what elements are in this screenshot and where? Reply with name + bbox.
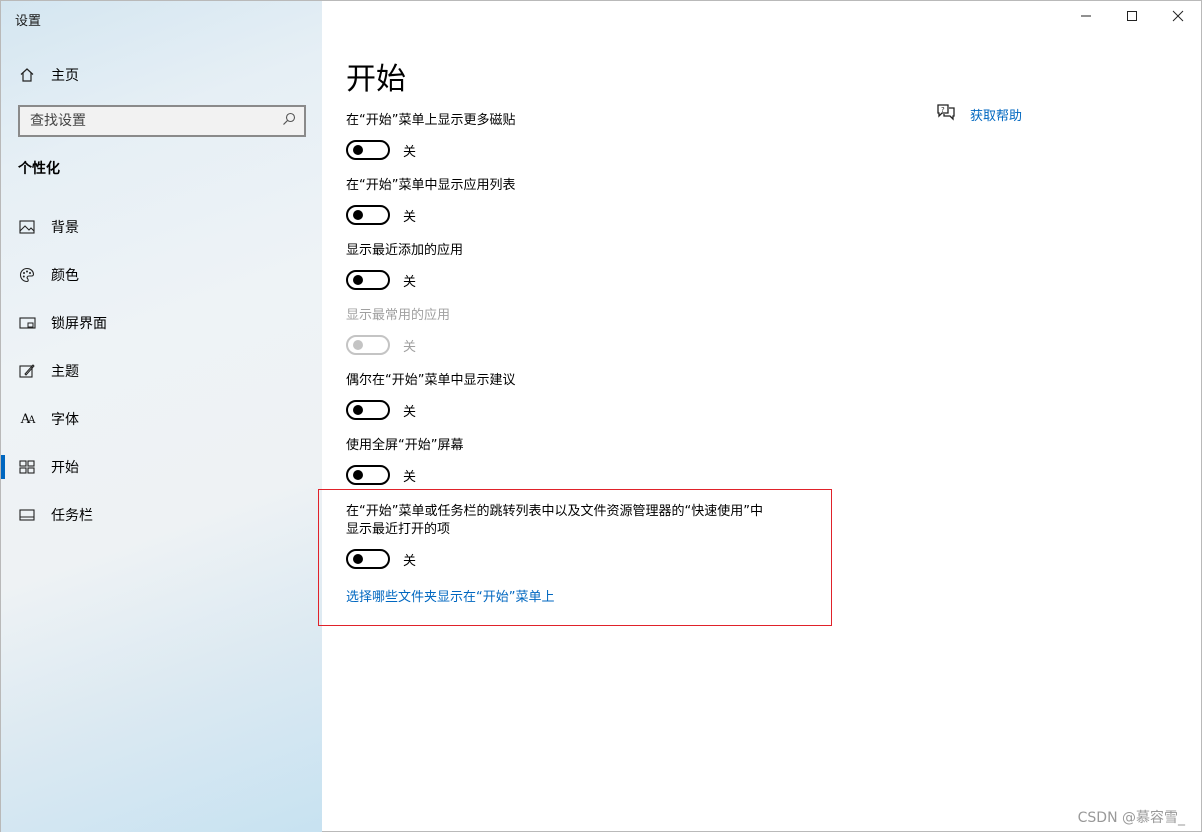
- toggle-state-label: 关: [403, 469, 417, 485]
- toggle-state-label: 关: [403, 553, 417, 569]
- setting-fullscreen-start: 使用全屏“开始”屏幕 关: [346, 437, 463, 485]
- toggle-row: 关: [346, 270, 463, 290]
- sidebar-item-label: 任务栏: [51, 508, 93, 524]
- setting-recently-added: 显示最近添加的应用 关: [346, 242, 463, 290]
- toggle-knob: [353, 340, 363, 350]
- sidebar-item-background[interactable]: 背景: [1, 203, 322, 251]
- sidebar-item-label: 颜色: [51, 268, 79, 284]
- sidebar: 设置 主页 个性化 背景: [1, 1, 322, 832]
- get-help-label: 获取帮助: [970, 108, 1023, 124]
- nav-list: 背景 颜色 锁屏界面 主题 AA 字体 开始 任务栏: [1, 203, 322, 539]
- search-icon[interactable]: [282, 112, 296, 130]
- maximize-icon: [1126, 10, 1138, 26]
- toggle-row: 关: [346, 205, 515, 225]
- toggle-knob: [353, 554, 363, 564]
- sidebar-item-taskbar[interactable]: 任务栏: [1, 491, 322, 539]
- toggle-knob: [353, 470, 363, 480]
- toggle-knob: [353, 275, 363, 285]
- nav-home[interactable]: 主页: [1, 57, 322, 93]
- setting-suggestions: 偶尔在“开始”菜单中显示建议 关: [346, 372, 515, 420]
- page-title: 开始: [346, 62, 406, 97]
- sidebar-item-label: 字体: [51, 412, 79, 428]
- sidebar-item-label: 主题: [51, 364, 79, 380]
- setting-title: 显示最常用的应用: [346, 308, 451, 323]
- choose-folders-link[interactable]: 选择哪些文件夹显示在“开始”菜单上: [346, 586, 554, 605]
- setting-title: 显示最近添加的应用: [346, 243, 464, 258]
- toggle-knob: [353, 405, 363, 415]
- toggle-row: 关: [346, 335, 450, 355]
- window-controls: [1063, 1, 1201, 35]
- image-icon: [18, 218, 36, 236]
- sidebar-item-colors[interactable]: 颜色: [1, 251, 322, 299]
- toggle-knob: [353, 210, 363, 220]
- setting-title: 偶尔在“开始”菜单中显示建议: [346, 373, 516, 388]
- active-indicator: [1, 455, 5, 479]
- setting-title: 使用全屏“开始”屏幕: [346, 438, 464, 453]
- setting-app-list: 在“开始”菜单中显示应用列表 关: [346, 177, 515, 225]
- toggle-knob: [353, 145, 363, 155]
- section-title: 个性化: [18, 161, 60, 177]
- toggle-switch: [346, 335, 390, 355]
- setting-title-line1: 在“开始”菜单或任务栏的跳转列表中以及文件资源管理器的“快速使用”中: [346, 504, 763, 519]
- home-icon: [18, 66, 36, 84]
- close-icon: [1172, 10, 1184, 26]
- maximize-button[interactable]: [1109, 1, 1155, 35]
- toggle-state-label: 关: [403, 339, 417, 355]
- search-box[interactable]: [18, 105, 306, 137]
- sidebar-item-label: 锁屏界面: [51, 316, 107, 332]
- settings-window: 设置 主页 个性化 背景: [0, 0, 1202, 832]
- watermark: CSDN @慕容雪_: [1077, 810, 1185, 826]
- toggle-switch[interactable]: [346, 205, 390, 225]
- toggle-state-label: 关: [403, 404, 417, 420]
- font-icon: AA: [20, 411, 36, 427]
- search-input[interactable]: [30, 113, 270, 129]
- help-chat-icon: ?: [936, 103, 956, 125]
- toggle-row: 关: [346, 140, 515, 160]
- toggle-row: 关: [346, 400, 515, 420]
- sidebar-item-start[interactable]: 开始: [1, 443, 322, 491]
- setting-more-tiles: 在“开始”菜单上显示更多磁贴 关: [346, 112, 515, 160]
- toggle-row: 关: [346, 549, 763, 569]
- toggle-row: 关: [346, 465, 463, 485]
- toggle-switch[interactable]: [346, 549, 390, 569]
- start-icon: [18, 458, 36, 476]
- toggle-switch[interactable]: [346, 140, 390, 160]
- setting-title: 在“开始”菜单中显示应用列表: [346, 178, 516, 193]
- lock-screen-icon: [18, 314, 36, 332]
- toggle-switch[interactable]: [346, 465, 390, 485]
- setting-title: 在“开始”菜单上显示更多磁贴: [346, 113, 516, 128]
- toggle-state-label: 关: [403, 274, 417, 290]
- minimize-icon: [1080, 10, 1092, 26]
- app-title: 设置: [15, 14, 42, 29]
- sidebar-item-label: 开始: [51, 460, 79, 476]
- taskbar-icon: [18, 506, 36, 524]
- toggle-state-label: 关: [403, 209, 417, 225]
- sidebar-item-label: 背景: [51, 220, 79, 236]
- setting-title-line2: 显示最近打开的项: [346, 522, 451, 537]
- sidebar-item-themes[interactable]: 主题: [1, 347, 322, 395]
- sidebar-item-lock-screen[interactable]: 锁屏界面: [1, 299, 322, 347]
- toggle-switch[interactable]: [346, 400, 390, 420]
- svg-text:?: ?: [941, 106, 945, 114]
- minimize-button[interactable]: [1063, 1, 1109, 35]
- toggle-state-label: 关: [403, 144, 417, 160]
- sidebar-item-fonts[interactable]: AA 字体: [1, 395, 322, 443]
- get-help-link[interactable]: ? 获取帮助: [936, 103, 1022, 125]
- nav-home-label: 主页: [51, 68, 79, 84]
- close-button[interactable]: [1155, 1, 1201, 35]
- toggle-switch[interactable]: [346, 270, 390, 290]
- palette-icon: [18, 266, 36, 284]
- setting-recent-items: 在“开始”菜单或任务栏的跳转列表中以及文件资源管理器的“快速使用”中 显示最近打…: [346, 503, 763, 569]
- theme-icon: [18, 362, 36, 380]
- setting-most-used: 显示最常用的应用 关: [346, 307, 450, 355]
